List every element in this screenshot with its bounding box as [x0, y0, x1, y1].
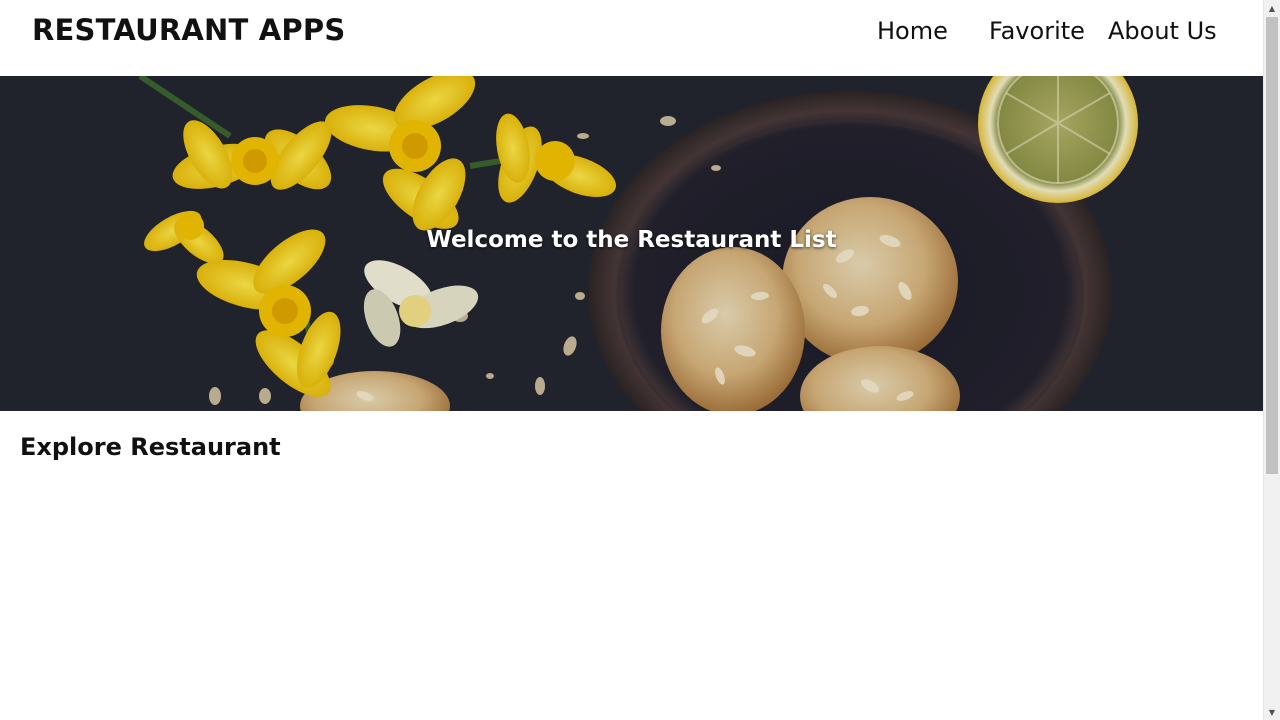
scrollbar-thumb[interactable] [1266, 17, 1278, 474]
chevron-down-icon[interactable]: ▼ [1264, 704, 1280, 720]
hero-banner: Welcome to the Restaurant List [0, 76, 1263, 411]
nav-link-home[interactable]: Home [877, 17, 948, 45]
section-title-explore: Explore Restaurant [20, 433, 281, 461]
app-header: RESTAURANT APPS Home Favorite About Us [0, 0, 1263, 76]
brand-title[interactable]: RESTAURANT APPS [32, 13, 345, 47]
restaurant-list [20, 480, 1243, 710]
vertical-scrollbar[interactable]: ▲ ▼ [1263, 0, 1280, 720]
hero-title: Welcome to the Restaurant List [426, 227, 837, 253]
nav-link-favorite[interactable]: Favorite [989, 17, 1085, 45]
chevron-up-icon[interactable]: ▲ [1264, 0, 1280, 16]
page: RESTAURANT APPS Home Favorite About Us W… [0, 0, 1263, 720]
nav-link-about-us[interactable]: About Us [1108, 17, 1217, 45]
